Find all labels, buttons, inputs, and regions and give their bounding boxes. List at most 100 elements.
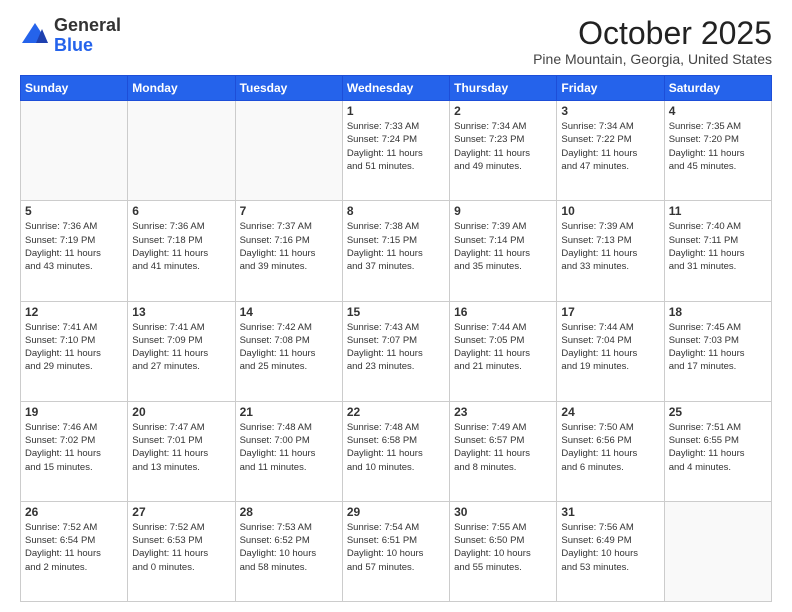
calendar-cell: 10Sunrise: 7:39 AM Sunset: 7:13 PM Dayli… [557,201,664,301]
calendar-cell: 16 Sunrise: 7:44 AM Sunset: 7:05 PM Dayli… [450,301,557,401]
day-info: Sunrise: 7:51 AM Sunset: 6:55 PM Dayligh… [669,421,767,474]
weekday-header-row: SundayMondayTuesdayWednesdayThursdayFrid… [21,76,772,101]
location: Pine Mountain, Georgia, United States [533,51,772,67]
calendar-week-row: 5Sunrise: 7:36 AM Sunset: 7:19 PM Daylig… [21,201,772,301]
day-number: 14 [240,305,338,319]
weekday-header-monday: Monday [128,76,235,101]
day-number: 6 [132,204,230,218]
day-info: Sunrise: 7:50 AM Sunset: 6:56 PM Dayligh… [561,421,659,474]
day-info: Sunrise: 7:39 AM Sunset: 7:14 PM Dayligh… [454,220,552,273]
day-info: Sunrise: 7:33 AM Sunset: 7:24 PM Dayligh… [347,120,445,173]
day-number: 17 [561,305,659,319]
weekday-header-wednesday: Wednesday [342,76,449,101]
calendar-cell: 6 Sunrise: 7:36 AM Sunset: 7:18 PM Daylig… [128,201,235,301]
calendar-cell: 22 Sunrise: 7:48 AM Sunset: 6:58 PM Dayli… [342,401,449,501]
month-title: October 2025 [533,16,772,51]
calendar-cell: 7 Sunrise: 7:37 AM Sunset: 7:16 PM Daylig… [235,201,342,301]
day-info: Sunrise: 7:47 AM Sunset: 7:01 PM Dayligh… [132,421,230,474]
day-number: 21 [240,405,338,419]
calendar-cell: 20 Sunrise: 7:47 AM Sunset: 7:01 PM Dayli… [128,401,235,501]
day-info: Sunrise: 7:43 AM Sunset: 7:07 PM Dayligh… [347,321,445,374]
page: General Blue October 2025 Pine Mountain,… [0,0,792,612]
day-info: Sunrise: 7:52 AM Sunset: 6:54 PM Dayligh… [25,521,123,574]
logo-text: General Blue [54,16,121,56]
calendar-cell: 25 Sunrise: 7:51 AM Sunset: 6:55 PM Dayli… [664,401,771,501]
day-info: Sunrise: 7:37 AM Sunset: 7:16 PM Dayligh… [240,220,338,273]
logo-general-text: General [54,15,121,35]
day-info: Sunrise: 7:36 AM Sunset: 7:18 PM Dayligh… [132,220,230,273]
day-info: Sunrise: 7:35 AM Sunset: 7:20 PM Dayligh… [669,120,767,173]
day-info: Sunrise: 7:44 AM Sunset: 7:04 PM Dayligh… [561,321,659,374]
day-info: Sunrise: 7:49 AM Sunset: 6:57 PM Dayligh… [454,421,552,474]
day-number: 25 [669,405,767,419]
day-info: Sunrise: 7:46 AM Sunset: 7:02 PM Dayligh… [25,421,123,474]
day-number: 10 [561,204,659,218]
weekday-header-friday: Friday [557,76,664,101]
calendar-cell: 24 Sunrise: 7:50 AM Sunset: 6:56 PM Dayli… [557,401,664,501]
logo-icon [20,21,50,51]
calendar-week-row: 1 Sunrise: 7:33 AM Sunset: 7:24 PM Daylig… [21,101,772,201]
calendar-cell: 30 Sunrise: 7:55 AM Sunset: 6:50 PM Dayli… [450,501,557,601]
calendar-week-row: 19Sunrise: 7:46 AM Sunset: 7:02 PM Dayli… [21,401,772,501]
calendar-cell [235,101,342,201]
day-number: 22 [347,405,445,419]
day-number: 9 [454,204,552,218]
calendar-cell: 21Sunrise: 7:48 AM Sunset: 7:00 PM Dayli… [235,401,342,501]
calendar-cell: 3 Sunrise: 7:34 AM Sunset: 7:22 PM Daylig… [557,101,664,201]
logo-blue-text: Blue [54,35,93,55]
day-number: 16 [454,305,552,319]
calendar-cell: 18Sunrise: 7:45 AM Sunset: 7:03 PM Dayli… [664,301,771,401]
calendar-cell: 31 Sunrise: 7:56 AM Sunset: 6:49 PM Dayli… [557,501,664,601]
day-info: Sunrise: 7:36 AM Sunset: 7:19 PM Dayligh… [25,220,123,273]
day-info: Sunrise: 7:41 AM Sunset: 7:10 PM Dayligh… [25,321,123,374]
day-number: 20 [132,405,230,419]
day-info: Sunrise: 7:40 AM Sunset: 7:11 PM Dayligh… [669,220,767,273]
day-number: 13 [132,305,230,319]
calendar-cell [664,501,771,601]
weekday-header-sunday: Sunday [21,76,128,101]
calendar-cell: 15 Sunrise: 7:43 AM Sunset: 7:07 PM Dayli… [342,301,449,401]
weekday-header-thursday: Thursday [450,76,557,101]
day-number: 2 [454,104,552,118]
logo: General Blue [20,16,121,56]
day-info: Sunrise: 7:34 AM Sunset: 7:23 PM Dayligh… [454,120,552,173]
day-info: Sunrise: 7:34 AM Sunset: 7:22 PM Dayligh… [561,120,659,173]
calendar-cell: 8 Sunrise: 7:38 AM Sunset: 7:15 PM Daylig… [342,201,449,301]
day-number: 24 [561,405,659,419]
day-info: Sunrise: 7:53 AM Sunset: 6:52 PM Dayligh… [240,521,338,574]
day-info: Sunrise: 7:42 AM Sunset: 7:08 PM Dayligh… [240,321,338,374]
day-number: 3 [561,104,659,118]
day-number: 7 [240,204,338,218]
title-section: October 2025 Pine Mountain, Georgia, Uni… [533,16,772,67]
day-number: 4 [669,104,767,118]
weekday-header-tuesday: Tuesday [235,76,342,101]
calendar-cell: 14 Sunrise: 7:42 AM Sunset: 7:08 PM Dayli… [235,301,342,401]
day-number: 26 [25,505,123,519]
calendar-cell: 29Sunrise: 7:54 AM Sunset: 6:51 PM Dayli… [342,501,449,601]
calendar-cell: 2 Sunrise: 7:34 AM Sunset: 7:23 PM Daylig… [450,101,557,201]
day-info: Sunrise: 7:44 AM Sunset: 7:05 PM Dayligh… [454,321,552,374]
calendar-cell: 19Sunrise: 7:46 AM Sunset: 7:02 PM Dayli… [21,401,128,501]
calendar-cell: 1 Sunrise: 7:33 AM Sunset: 7:24 PM Daylig… [342,101,449,201]
calendar-cell: 26 Sunrise: 7:52 AM Sunset: 6:54 PM Dayli… [21,501,128,601]
calendar-cell: 11Sunrise: 7:40 AM Sunset: 7:11 PM Dayli… [664,201,771,301]
day-info: Sunrise: 7:56 AM Sunset: 6:49 PM Dayligh… [561,521,659,574]
calendar-cell: 4 Sunrise: 7:35 AM Sunset: 7:20 PM Daylig… [664,101,771,201]
day-number: 29 [347,505,445,519]
day-number: 1 [347,104,445,118]
calendar-cell: 5Sunrise: 7:36 AM Sunset: 7:19 PM Daylig… [21,201,128,301]
day-number: 8 [347,204,445,218]
day-number: 31 [561,505,659,519]
day-number: 15 [347,305,445,319]
calendar-cell [21,101,128,201]
calendar-cell: 13Sunrise: 7:41 AM Sunset: 7:09 PM Dayli… [128,301,235,401]
day-info: Sunrise: 7:38 AM Sunset: 7:15 PM Dayligh… [347,220,445,273]
calendar-cell: 28Sunrise: 7:53 AM Sunset: 6:52 PM Dayli… [235,501,342,601]
day-info: Sunrise: 7:55 AM Sunset: 6:50 PM Dayligh… [454,521,552,574]
calendar-cell: 17 Sunrise: 7:44 AM Sunset: 7:04 PM Dayli… [557,301,664,401]
day-number: 30 [454,505,552,519]
day-info: Sunrise: 7:48 AM Sunset: 6:58 PM Dayligh… [347,421,445,474]
day-number: 27 [132,505,230,519]
calendar-cell [128,101,235,201]
calendar-table: SundayMondayTuesdayWednesdayThursdayFrid… [20,75,772,602]
